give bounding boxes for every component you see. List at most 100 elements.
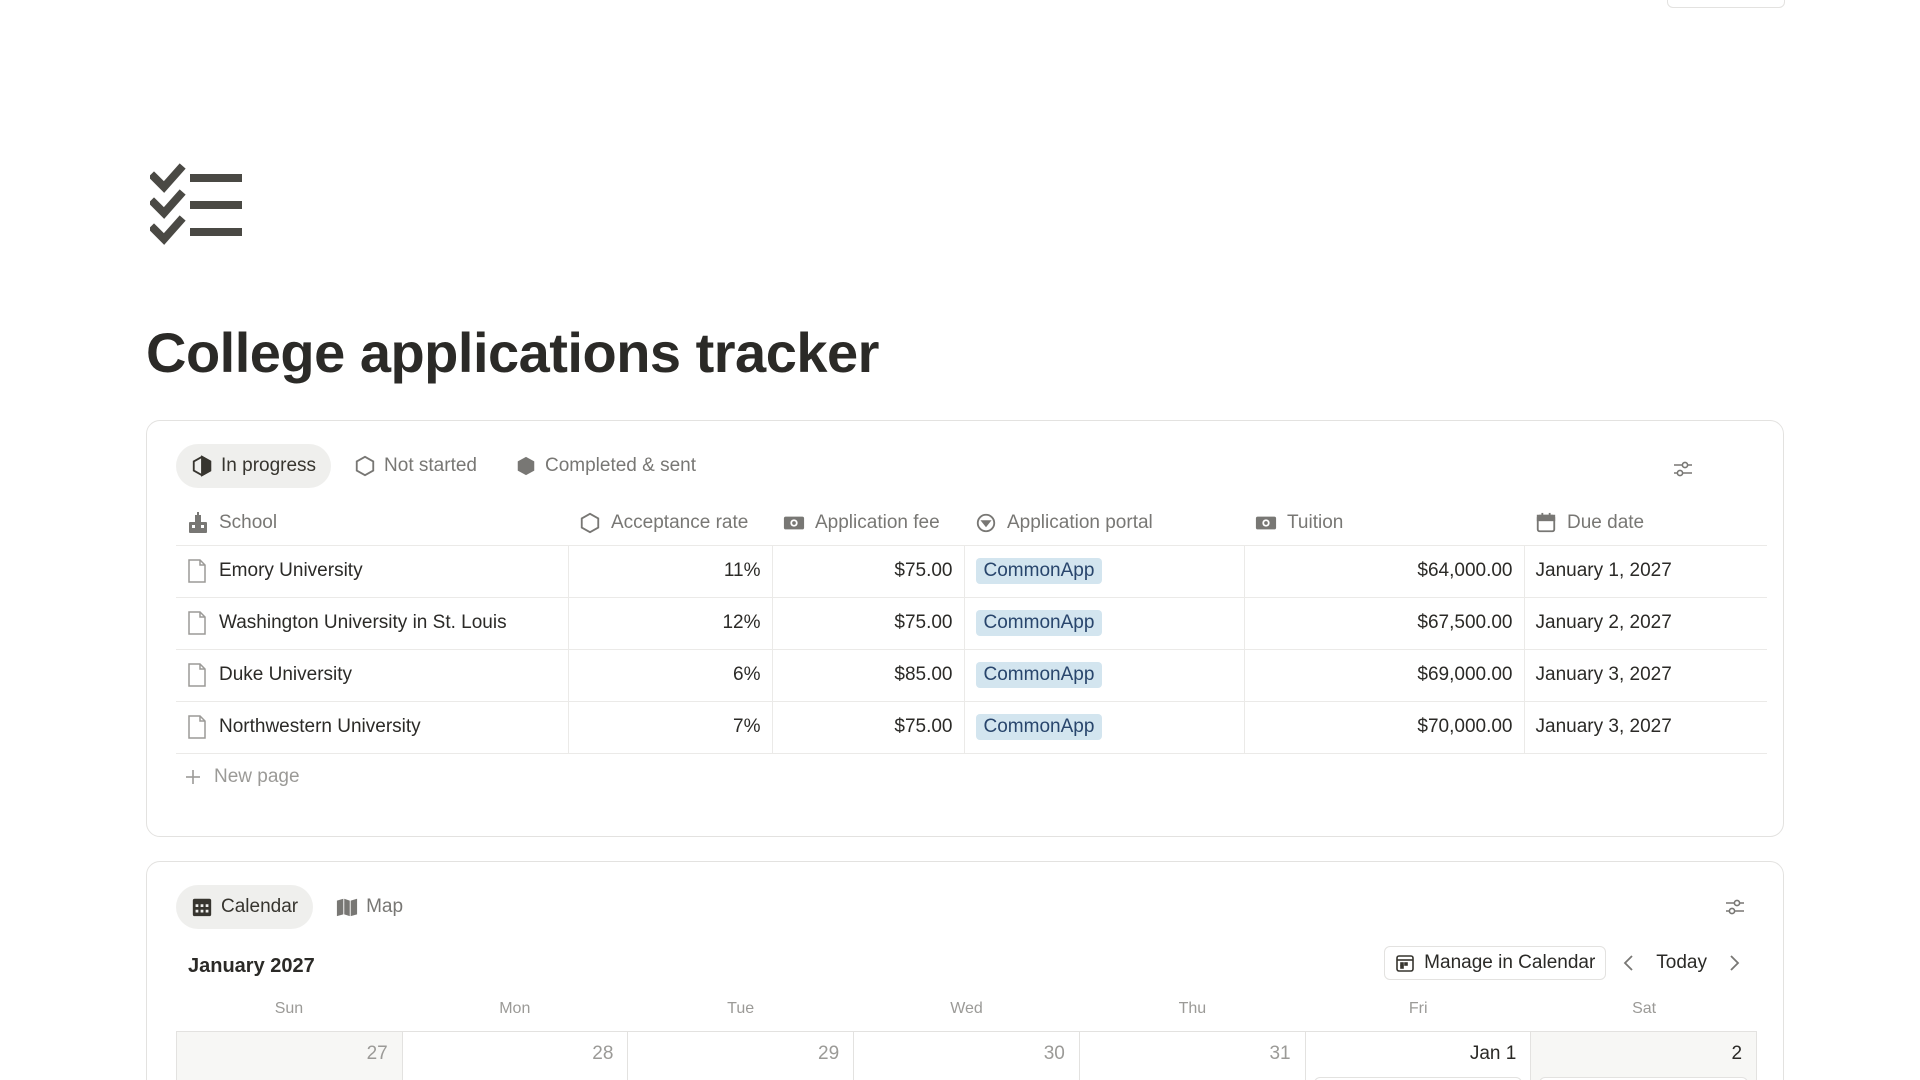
weekday-label: Mon (499, 1000, 531, 1017)
school-name[interactable]: Emory University (219, 560, 363, 582)
next-month-button[interactable] (1723, 952, 1745, 974)
manage-in-calendar-button[interactable]: Manage in Calendar (1384, 946, 1607, 980)
column-header-application-portal[interactable]: Application portal (964, 501, 1244, 545)
cell-acceptance-rate[interactable]: 7% (567, 700, 772, 754)
tab-not-started[interactable]: Not started (339, 444, 492, 488)
cell-due-date[interactable]: January 2, 2027 (1523, 596, 1767, 649)
column-header-acceptance-rate[interactable]: Acceptance rate (568, 501, 772, 545)
weekday-label: Fri (1408, 1000, 1428, 1017)
cell-acceptance-rate[interactable]: 11% (567, 544, 772, 597)
calendar-day[interactable]: 30 (854, 1032, 1080, 1080)
day-number: 28 (592, 1043, 614, 1064)
calendar-app-icon (1396, 955, 1414, 972)
cell-application-fee[interactable]: $85.00 (771, 648, 964, 701)
cell-due-date[interactable]: January 3, 2027 (1523, 648, 1767, 701)
portal-tag: CommonApp (975, 714, 1103, 740)
calendar-toolbar: Manage in Calendar Today (1384, 946, 1745, 980)
calendar-icon (1536, 512, 1556, 532)
column-header-application-fee[interactable]: Application fee (772, 501, 964, 545)
calendar-day[interactable]: 2 (1531, 1032, 1758, 1080)
database-view-tabs: In progress Not started Completed & sent (176, 444, 711, 488)
applications-table: School Acceptance rate Application fee A… (176, 501, 1767, 754)
status-not-started-icon (355, 455, 375, 477)
tab-in-progress[interactable]: In progress (176, 444, 332, 488)
column-label: Acceptance rate (611, 511, 749, 533)
cell-tuition[interactable]: $70,000.00 (1243, 700, 1524, 754)
page-icon (188, 715, 206, 739)
column-header-due-date[interactable]: Due date (1524, 501, 1767, 545)
calendar-day[interactable]: 31 (1080, 1032, 1306, 1080)
column-label: School (219, 511, 278, 533)
column-label: Application fee (815, 511, 940, 533)
cell-school[interactable]: Washington University in St. Louis (176, 596, 568, 649)
cell-application-fee[interactable]: $75.00 (771, 700, 964, 754)
weekday-label: Sun (274, 1000, 304, 1017)
cell-school[interactable]: Northwestern University (176, 700, 568, 754)
cell-due-date[interactable]: January 1, 2027 (1523, 544, 1767, 597)
cell-due-date[interactable]: January 3, 2027 (1523, 700, 1767, 754)
day-number: Jan 1 (1469, 1043, 1517, 1064)
cell-application-fee[interactable]: $75.00 (771, 544, 964, 597)
cell-acceptance-rate[interactable]: 6% (567, 648, 772, 701)
school-name[interactable]: Washington University in St. Louis (219, 612, 507, 634)
calendar-grid-icon (192, 898, 212, 917)
calendar-day[interactable]: 29 (628, 1032, 855, 1080)
calendar-day[interactable]: Jan 1 (1306, 1032, 1532, 1080)
calendar-day[interactable]: 27 (177, 1032, 403, 1080)
table-row[interactable]: Washington University in St. Louis 12% $75… (176, 596, 1767, 649)
cell-tuition[interactable]: $69,000.00 (1243, 648, 1524, 701)
cell-application-portal[interactable]: CommonApp (963, 648, 1244, 701)
table-row[interactable]: Northwestern University 7% $75.00 CommonApp… (176, 700, 1767, 754)
table-row[interactable]: Emory University 11% $75.00 CommonApp $64,00… (176, 544, 1767, 597)
portal-tag: CommonApp (975, 558, 1103, 584)
calendar-view-tabs: Calendar Map (176, 885, 418, 929)
calendar-settings-button[interactable] (1723, 895, 1747, 919)
tab-calendar[interactable]: Calendar (176, 885, 314, 929)
new-page-button[interactable]: New page (184, 766, 300, 788)
table-row[interactable]: Duke University 6% $85.00 CommonApp $69,000.… (176, 648, 1767, 701)
cell-application-portal[interactable]: CommonApp (963, 700, 1244, 754)
page-title[interactable]: College applications tracker (146, 320, 879, 385)
status-completed-icon (517, 456, 535, 476)
column-label: Due date (1567, 511, 1645, 533)
cell-application-portal[interactable]: CommonApp (963, 544, 1244, 597)
previous-month-button[interactable] (1618, 952, 1640, 974)
cell-application-portal[interactable]: CommonApp (963, 596, 1244, 649)
column-header-tuition[interactable]: Tuition (1244, 501, 1524, 545)
status-in-progress-icon (192, 455, 212, 477)
cell-school[interactable]: Duke University (176, 648, 568, 701)
weekday-label: Tue (727, 1000, 755, 1017)
new-page-label: New page (214, 766, 300, 787)
column-header-school[interactable]: School (176, 501, 568, 545)
chevron-left-icon (1624, 955, 1633, 971)
tab-completed-sent[interactable]: Completed & sent (500, 444, 711, 488)
portal-tag: CommonApp (975, 662, 1103, 688)
tab-label: Completed & sent (544, 455, 697, 476)
school-name[interactable]: Duke University (219, 664, 352, 686)
tab-label: In progress (221, 455, 317, 476)
today-button[interactable]: Today (1652, 952, 1711, 974)
checklist-icon[interactable] (150, 163, 242, 249)
map-icon (337, 898, 358, 917)
weekday-label: Wed (950, 1000, 983, 1017)
calendar-day[interactable]: 28 (403, 1032, 629, 1080)
page-icon (188, 611, 206, 635)
tab-label: Map (366, 896, 404, 917)
calendar-block: Calendar Map January 2027 Manage in Cale… (146, 861, 1784, 1080)
tab-map[interactable]: Map (321, 885, 418, 929)
cell-school[interactable]: Emory University (176, 544, 568, 597)
day-number: 31 (1269, 1043, 1291, 1064)
tab-label: Calendar (221, 896, 299, 917)
cell-acceptance-rate[interactable]: 12% (567, 596, 772, 649)
top-right-button[interactable] (1667, 0, 1785, 8)
view-settings-button[interactable] (1671, 457, 1695, 481)
cell-tuition[interactable]: $64,000.00 (1243, 544, 1524, 597)
school-name[interactable]: Northwestern University (219, 716, 421, 738)
cell-tuition[interactable]: $67,500.00 (1243, 596, 1524, 649)
hexagon-icon (580, 512, 600, 533)
cell-application-fee[interactable]: $75.00 (771, 596, 964, 649)
weekday-label: Thu (1178, 1000, 1207, 1017)
chevron-right-icon (1730, 955, 1740, 971)
day-number: 2 (1731, 1043, 1743, 1064)
day-number: 30 (1043, 1043, 1065, 1064)
